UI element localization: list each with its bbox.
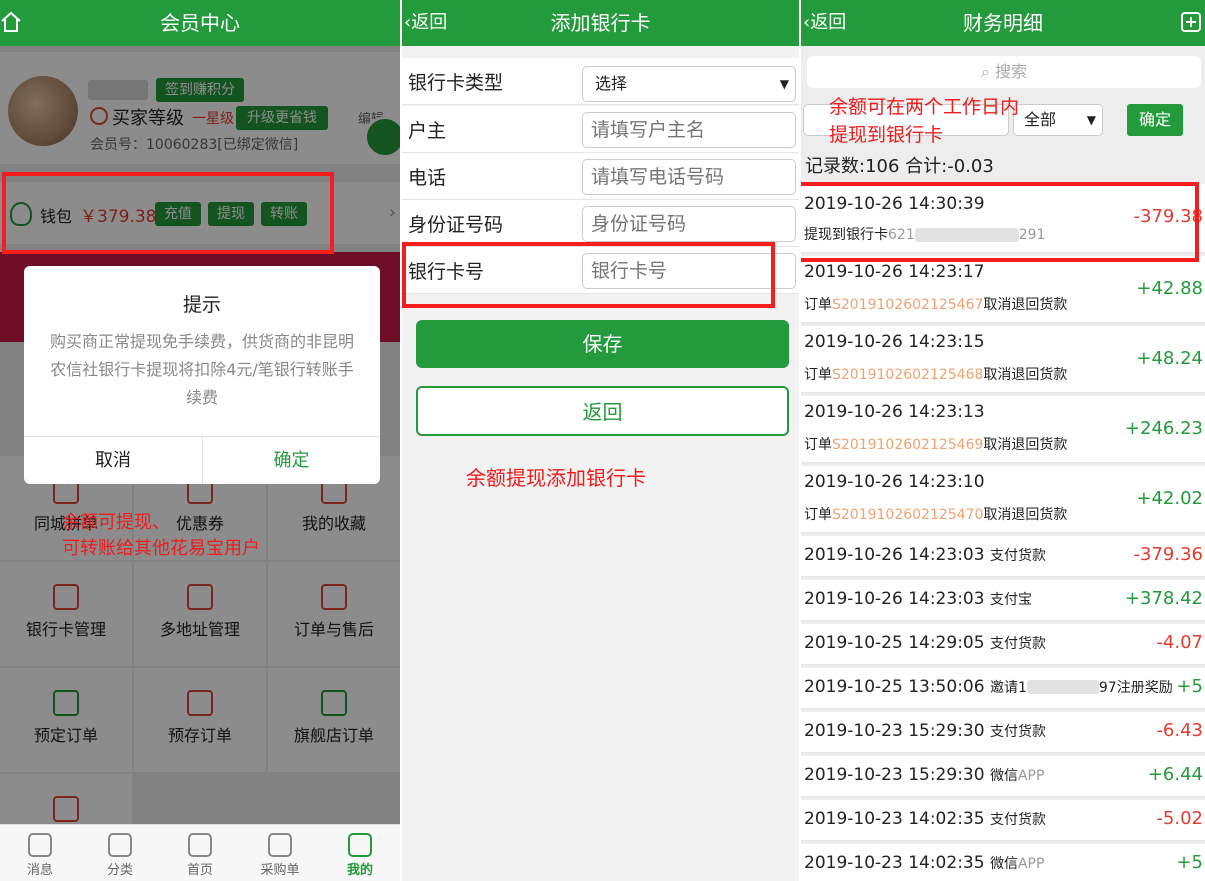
tip-dialog: 提示 购买商正常提现免手续费，供货商的非昆明农信社银行卡提现将扣除4元/笔银行转… <box>24 266 380 484</box>
form-row-holder: 户主 <box>402 106 799 153</box>
form-row-idcard: 身份证号码 <box>402 200 799 247</box>
search-input[interactable]: ⌕ 搜索 <box>807 56 1201 88</box>
record-summary: 记录数:106 合计:-0.03 <box>805 156 994 177</box>
confirm-button[interactable]: 确定 <box>1127 104 1183 136</box>
tab-category[interactable]: 分类 <box>80 825 160 878</box>
holder-label: 户主 <box>408 120 447 142</box>
table-row[interactable]: 2019-10-25 13:50:06 邀请1 97注册奖励 +5 <box>801 668 1205 710</box>
add-bankcard-screen: ‹返回 添加银行卡 银行卡类型 选择▼ 户主 电话 身份证号码 银行卡号 保存 … <box>402 0 799 881</box>
dropdown-arrow-icon: ▼ <box>1086 113 1096 127</box>
form-row-card-type: 银行卡类型 选择 ▼ <box>402 58 799 105</box>
table-row[interactable]: 2019-10-26 14:23:10 订单S2019102602125470取… <box>801 466 1205 534</box>
card-type-label: 银行卡类型 <box>408 72 504 94</box>
withdraw-record-highlight <box>801 182 1199 262</box>
member-center-screen: 会员中心 签到赚积分 买家等级 一星级 升级更省钱 会员号：10060283[已… <box>0 0 400 881</box>
user-icon <box>348 833 372 857</box>
tab-mine[interactable]: 我的 <box>320 825 400 878</box>
table-row[interactable]: 2019-10-23 15:29:30 支付货款 -6.43 <box>801 712 1205 754</box>
table-row[interactable]: 2019-10-26 14:23:13 订单S2019102602125469取… <box>801 396 1205 464</box>
table-row[interactable]: 2019-10-25 14:29:05 支付货款 -4.07 <box>801 624 1205 666</box>
idcard-label: 身份证号码 <box>408 214 504 236</box>
cart-icon <box>268 833 292 857</box>
idcard-input[interactable] <box>582 206 796 242</box>
home-icon <box>188 833 212 857</box>
search-icon: ⌕ <box>980 62 996 81</box>
table-row[interactable]: 2019-10-26 14:23:03 支付宝 +378.42 <box>801 580 1205 622</box>
table-row[interactable]: 2019-10-23 14:02:35 微信APP +5 <box>801 844 1205 881</box>
return-button[interactable]: 返回 <box>416 386 789 436</box>
page-title: 财务明细 <box>963 11 1043 35</box>
form-row-phone: 电话 <box>402 153 799 200</box>
table-row[interactable]: 2019-10-26 14:23:03 支付货款 -379.36 <box>801 536 1205 578</box>
tab-cart[interactable]: 采购单 <box>240 825 320 878</box>
annotation-transfer: 可转账给其他花易宝用户 <box>62 538 260 559</box>
dialog-title: 提示 <box>182 294 221 316</box>
blurred-phone <box>1026 680 1099 694</box>
dialog-cancel-button[interactable]: 取消 <box>24 437 202 484</box>
message-icon <box>28 833 52 857</box>
cardno-highlight <box>402 242 775 308</box>
table-row[interactable]: 2019-10-26 14:23:15 订单S2019102602125468取… <box>801 326 1205 394</box>
annotation-add-card: 余额提现添加银行卡 <box>466 466 646 490</box>
annotation-to-bank: 提现到银行卡 <box>829 124 944 146</box>
wallet-highlight <box>2 172 334 254</box>
add-icon[interactable] <box>1181 12 1201 32</box>
finance-detail-screen: ‹返回 财务明细 ⌕ 搜索 全部 ▼ 确定 余额可在两个工作日内 提现到银行卡 记… <box>801 0 1205 881</box>
card-type-select[interactable]: 选择 ▼ <box>582 66 796 102</box>
page-title: 添加银行卡 <box>550 11 651 35</box>
dialog-ok-button[interactable]: 确定 <box>203 437 380 484</box>
holder-input[interactable] <box>582 112 796 148</box>
type-select[interactable]: 全部 ▼ <box>1013 104 1103 136</box>
table-row[interactable]: 2019-10-23 14:02:35 支付货款 -5.02 <box>801 800 1205 842</box>
tab-messages[interactable]: 消息 <box>0 825 80 878</box>
table-row[interactable]: 2019-10-23 15:29:30 微信APP +6.44 <box>801 756 1205 798</box>
annotation-withdraw: 余额可提现、 <box>62 512 170 533</box>
page-title: 会员中心 <box>160 11 240 35</box>
save-button[interactable]: 保存 <box>416 320 789 368</box>
annotation-two-days: 余额可在两个工作日内 <box>829 96 1020 118</box>
phone-input[interactable] <box>582 159 796 195</box>
addcard-topbar: ‹返回 添加银行卡 <box>402 0 799 46</box>
phone-label: 电话 <box>408 167 447 189</box>
bottom-tabbar: 消息 分类 首页 采购单 我的 <box>0 824 400 881</box>
dropdown-arrow-icon: ▼ <box>779 77 789 91</box>
grid-icon <box>108 833 132 857</box>
dialog-message: 购买商正常提现免手续费，供货商的非昆明农信社银行卡提现将扣除4元/笔银行转账手续… <box>49 332 354 407</box>
finance-topbar: ‹返回 财务明细 <box>801 0 1205 46</box>
table-row[interactable]: 2019-10-26 14:23:17 订单S2019102602125467取… <box>801 256 1205 324</box>
member-topbar: 会员中心 <box>0 0 400 46</box>
tab-home[interactable]: 首页 <box>160 825 240 878</box>
